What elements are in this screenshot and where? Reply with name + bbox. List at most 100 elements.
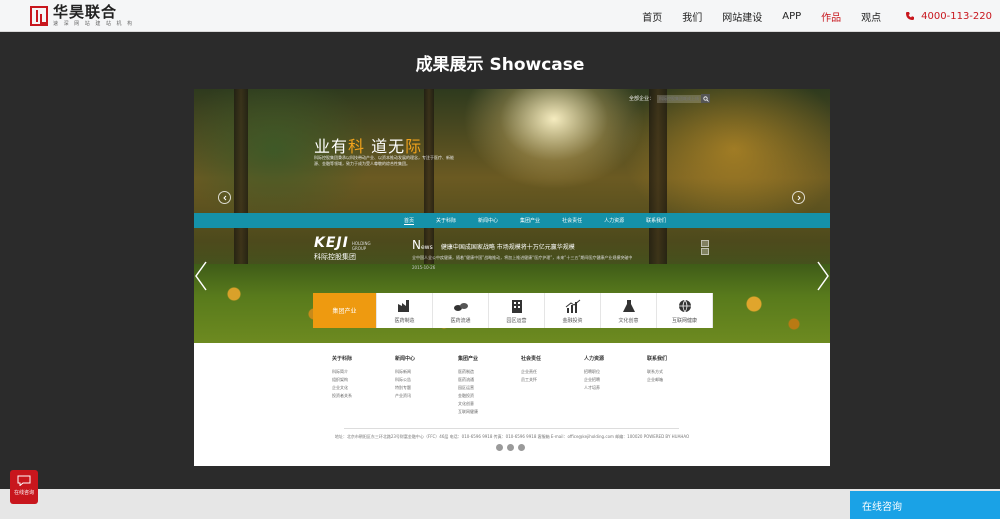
category-item[interactable]: 集团产业 xyxy=(313,293,377,328)
footer-link[interactable]: 企业邮箱 xyxy=(647,376,710,384)
brand-chinese-name: 科际控股集团 xyxy=(314,253,356,261)
preview-nav-item[interactable]: 集团产业 xyxy=(520,217,540,224)
footer-link[interactable]: 互联网健康 xyxy=(458,408,521,416)
footer-link[interactable]: 人才培养 xyxy=(584,384,647,392)
footer-col-head[interactable]: 新闻中心 xyxy=(395,355,458,362)
flask-icon xyxy=(622,299,635,312)
preview-nav: 首页 关于科际 新闻中心 集团产业 社会责任 人力资源 联系我们 xyxy=(194,213,830,228)
category-label: 文化创意 xyxy=(618,317,639,324)
search-button[interactable] xyxy=(701,94,710,103)
search-icon xyxy=(702,95,709,102)
nav-item-about[interactable]: 我们 xyxy=(682,9,702,24)
news-heading-rest: ews xyxy=(420,244,433,251)
category-label: 集团产业 xyxy=(332,308,357,315)
preview-nav-item[interactable]: 社会责任 xyxy=(562,217,582,224)
footer-col-head[interactable]: 联系我们 xyxy=(647,355,710,362)
footer-link[interactable]: 招聘职位 xyxy=(584,368,647,376)
footer-link[interactable]: 文化创意 xyxy=(458,400,521,408)
wechat-icon[interactable] xyxy=(507,444,514,451)
phone-icon xyxy=(906,12,915,20)
footer-link[interactable]: 特别专题 xyxy=(395,384,458,392)
category-item[interactable]: 互联网健康 xyxy=(657,293,713,328)
category-item[interactable]: 金融投资 xyxy=(545,293,601,328)
chart-icon xyxy=(565,299,580,313)
news-controls xyxy=(701,240,709,255)
logo-mark-icon xyxy=(30,6,48,26)
news-ticker[interactable]: News 健康中国成国家战略 市场规模将十万亿元赢华规模 全中国人全公中疾健康，… xyxy=(412,234,677,270)
slide-next-button[interactable] xyxy=(792,191,805,204)
footer-link[interactable]: 产业资讯 xyxy=(395,392,458,400)
category-item[interactable]: 园区运营 xyxy=(489,293,545,328)
nav-item-home[interactable]: 首页 xyxy=(642,9,662,24)
footer-link[interactable]: 医药流通 xyxy=(458,376,521,384)
hero-prev-arrow[interactable] xyxy=(194,261,208,291)
news-up-button[interactable] xyxy=(701,240,709,247)
footer-link[interactable]: 联系方式 xyxy=(647,368,710,376)
hero-next-arrow[interactable] xyxy=(816,261,830,291)
news-title[interactable]: 健康中国成国家战略 市场规模将十万亿元赢华规模 xyxy=(441,244,575,251)
footer-social-icons xyxy=(496,444,525,451)
preview-nav-item[interactable]: 关于科际 xyxy=(436,217,456,224)
footer-link[interactable]: 医药制造 xyxy=(458,368,521,376)
online-chat-widget[interactable]: 在线咨询 xyxy=(10,470,38,504)
footer-link[interactable]: 组织架构 xyxy=(332,376,395,384)
factory-icon xyxy=(397,299,409,312)
weibo-icon[interactable] xyxy=(496,444,503,451)
chevron-right-icon xyxy=(817,261,829,291)
footer-link[interactable]: 员工关怀 xyxy=(521,376,584,384)
site-logo[interactable]: 华昊联合 速 深 网 站 建 站 机 构 xyxy=(30,3,134,29)
search-label: 全部企业： xyxy=(628,96,654,102)
category-item[interactable]: 医药流通 xyxy=(433,293,489,328)
footer-link[interactable]: 科际公告 xyxy=(395,376,458,384)
preview-nav-item[interactable]: 联系我们 xyxy=(646,217,666,224)
footer-column: 联系我们 联系方式 企业邮箱 xyxy=(647,355,710,416)
footer-link[interactable]: 园区运营 xyxy=(458,384,521,392)
nav-item-web-dev[interactable]: 网站建设 xyxy=(722,9,762,24)
footer-divider xyxy=(344,428,679,429)
footer-link[interactable]: 金融投资 xyxy=(458,392,521,400)
showcase-preview[interactable]: 全部企业： 业有科 道无际 科际控股集团秉承以科技带动产业、以资本推动发展的理念… xyxy=(194,89,830,466)
news-down-button[interactable] xyxy=(701,248,709,255)
footer-col-head[interactable]: 关于科际 xyxy=(332,355,395,362)
footer-col-head[interactable]: 社会责任 xyxy=(521,355,584,362)
footer-col-head[interactable]: 集团产业 xyxy=(458,355,521,362)
nav-item-views[interactable]: 观点 xyxy=(861,9,881,24)
category-label: 金融投资 xyxy=(562,317,583,324)
footer-link[interactable]: 企业责任 xyxy=(521,368,584,376)
brand-tag: GROUP xyxy=(351,246,367,251)
brand-logo: KEJI HOLDING GROUP 科际控股集团 xyxy=(314,235,371,262)
preview-nav-item[interactable]: 人力资源 xyxy=(604,217,624,224)
nav-item-works[interactable]: 作品 xyxy=(821,9,841,24)
footer-column: 社会责任 企业责任 员工关怀 xyxy=(521,355,584,416)
phone-contact[interactable]: 4000-113-220 xyxy=(905,11,992,22)
footer-link[interactable]: 企业招聘 xyxy=(584,376,647,384)
online-consult-button[interactable]: 在线咨询 xyxy=(850,491,1000,519)
preview-nav-item[interactable]: 新闻中心 xyxy=(478,217,498,224)
preview-nav-item[interactable]: 首页 xyxy=(404,217,415,225)
qq-icon[interactable] xyxy=(518,444,525,451)
footer-link[interactable]: 投资者关系 xyxy=(332,392,395,400)
slogan-description: 科际控股集团秉承以科技带动产业、以资本推动发展的理念，专注于医疗、新能源、金融等… xyxy=(314,155,454,166)
footer-copyright: 地址：北京市朝阳区东三环北路23号财富金融中心（FFC）46层 电话：010-6… xyxy=(334,434,690,439)
main-nav: 首页 我们 网站建设 APP 作品 观点 4000-113-220 xyxy=(642,0,1000,32)
hero-slogan: 业有科 道无际 xyxy=(314,133,422,157)
category-label: 医药流通 xyxy=(450,317,471,324)
category-item[interactable]: 文化创意 xyxy=(601,293,657,328)
news-date: 2015-10-26 xyxy=(412,265,436,270)
footer-link[interactable]: 企业文化 xyxy=(332,384,395,392)
footer-col-head[interactable]: 人力资源 xyxy=(584,355,647,362)
footer-link[interactable]: 科际新闻 xyxy=(395,368,458,376)
news-heading: N xyxy=(412,238,421,252)
slide-prev-button[interactable] xyxy=(218,191,231,204)
hero-search: 全部企业： xyxy=(629,94,710,103)
footer-link[interactable]: 科际简介 xyxy=(332,368,395,376)
chat-bubble-icon xyxy=(17,475,31,486)
search-input[interactable] xyxy=(657,94,701,103)
category-label: 互联网健康 xyxy=(671,317,697,324)
chevron-right-icon xyxy=(797,195,801,200)
slogan-part: 业有 xyxy=(314,137,349,156)
hero-banner: 全部企业： 业有科 道无际 科际控股集团秉承以科技带动产业、以资本推动发展的理念… xyxy=(194,89,830,343)
category-item[interactable]: 医药制造 xyxy=(377,293,433,328)
industry-categories: 集团产业 医药制造 医药流通 园区运营 金融投资 文化创意 互联网健康 xyxy=(313,293,713,328)
nav-item-app[interactable]: APP xyxy=(782,11,801,22)
